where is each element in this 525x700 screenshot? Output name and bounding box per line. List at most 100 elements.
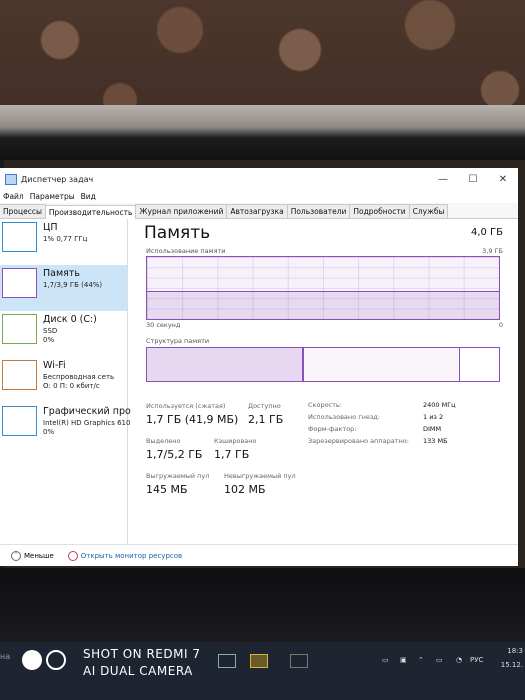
sidebar-item-detail-2: О: 0 П: 0 кбит/с xyxy=(43,382,100,390)
sidebar-item-label: Диск 0 (C:) xyxy=(43,314,97,325)
clock-date: 15.12. xyxy=(500,661,523,669)
clock-time: 18:3 xyxy=(507,647,523,655)
tab-strip: Процессы Производительность Журнал прило… xyxy=(0,203,518,219)
sidebar-item-detail-2: 0% xyxy=(43,428,55,436)
tab-users[interactable]: Пользователи xyxy=(286,204,351,218)
open-resource-monitor-link[interactable]: Открыть монитор ресурсов xyxy=(81,552,182,560)
tab-startup[interactable]: Автозагрузка xyxy=(226,204,288,218)
memory-panel: Память 4,0 ГБ Использование памяти 3,9 Г… xyxy=(128,219,518,545)
committed-value: 1,7/5,2 ГБ xyxy=(146,448,203,461)
memory-mini-graph xyxy=(2,268,37,298)
nonpaged-pool-value: 102 МБ xyxy=(224,483,266,496)
tab-services[interactable]: Службы xyxy=(408,204,449,218)
task-manager-window: Диспетчер задач — ☐ ✕ Файл Параметры Вид… xyxy=(0,168,518,566)
footer-bar: ˄ Меньше Открыть монитор ресурсов xyxy=(0,544,518,566)
cached-label: Кэшировано xyxy=(214,437,257,445)
menu-options[interactable]: Параметры xyxy=(30,192,75,201)
sidebar-item-detail-2: 0% xyxy=(43,336,55,344)
sidebar-item-label: Память xyxy=(43,268,80,279)
chevron-up-icon[interactable]: ⌃ xyxy=(418,656,424,664)
gpu-mini-graph xyxy=(2,406,37,436)
graph-time-end: 0 xyxy=(498,321,503,329)
structure-label: Структура памяти xyxy=(146,337,210,345)
taskbar-app-icon-2[interactable] xyxy=(290,654,308,668)
fewer-details-link[interactable]: Меньше xyxy=(24,552,54,560)
monitor-bezel xyxy=(0,105,525,160)
tab-details[interactable]: Подробности xyxy=(349,204,410,218)
folder-icon[interactable] xyxy=(250,654,268,668)
menu-view[interactable]: Вид xyxy=(81,192,96,201)
sidebar-item-detail: 1% 0,77 ГГц xyxy=(43,235,88,243)
sidebar-item-wifi[interactable]: Wi-Fi Беспроводная сеть О: 0 П: 0 кбит/с xyxy=(0,357,127,403)
taskbar-search[interactable]: на xyxy=(0,652,10,661)
wifi-icon[interactable]: ◔ xyxy=(456,656,462,664)
menu-file[interactable]: Файл xyxy=(3,192,24,201)
sidebar-item-memory[interactable]: Память 1,7/3,9 ГБ (44%) xyxy=(0,265,127,311)
paged-pool-label: Выгружаемый пул xyxy=(146,472,210,480)
chevron-up-icon[interactable]: ˄ xyxy=(11,550,21,561)
page-title: Память xyxy=(144,223,211,243)
usage-graph-label: Использование памяти xyxy=(146,247,226,255)
maximize-button[interactable]: ☐ xyxy=(458,174,488,185)
wifi-mini-graph xyxy=(2,360,37,390)
window-title: Диспетчер задач xyxy=(21,174,94,184)
spec-form-factor-label: Форм-фактор: xyxy=(308,425,357,433)
camera-watermark-line1: SHOT ON REDMI 7 xyxy=(83,647,201,661)
clock[interactable]: 18:3 15.12. xyxy=(501,644,523,672)
camera-logo xyxy=(22,650,74,672)
memory-structure-bar xyxy=(146,347,500,382)
available-value: 2,1 ГБ xyxy=(248,413,284,426)
monitor-icon[interactable]: ▭ xyxy=(436,656,443,664)
usage-graph-max: 3,9 ГБ xyxy=(482,247,503,255)
close-button[interactable]: ✕ xyxy=(488,174,518,185)
structure-free-segment xyxy=(459,348,499,381)
spec-form-factor-value: DIMM xyxy=(423,425,442,433)
sidebar-item-label: Графический про xyxy=(43,406,131,417)
camera-watermark-line2: AI DUAL CAMERA xyxy=(83,664,193,678)
paged-pool-value: 145 МБ xyxy=(146,483,188,496)
in-use-label: Используется (сжатая) xyxy=(146,402,226,410)
spec-slots-label: Использовано гнезд: xyxy=(308,413,380,421)
disk-mini-graph xyxy=(2,314,37,344)
memory-total: 4,0 ГБ xyxy=(470,227,503,238)
nonpaged-pool-label: Невыгружаемый пул xyxy=(224,472,296,480)
battery-icon[interactable]: ▭ xyxy=(382,656,389,664)
sidebar-item-detail: 1,7/3,9 ГБ (44%) xyxy=(43,281,103,289)
committed-label: Выделено xyxy=(146,437,181,445)
sidebar-item-cpu[interactable]: ЦП 1% 0,77 ГГц xyxy=(0,219,127,265)
language-indicator[interactable]: РУС xyxy=(470,656,483,664)
sidebar-item-label: ЦП xyxy=(43,222,58,233)
sidebar-item-detail: Беспроводная сеть xyxy=(43,373,115,381)
menu-bar: Файл Параметры Вид xyxy=(0,190,518,203)
memory-usage-graph xyxy=(146,256,500,320)
task-manager-icon xyxy=(5,173,17,185)
sidebar-item-label: Wi-Fi xyxy=(43,360,66,371)
sidebar-item-detail: Intel(R) HD Graphics 610 xyxy=(43,419,131,427)
taskbar-app-icon[interactable] xyxy=(218,654,236,668)
taskbar: на ▭ ▣ ⌃ ▭ ◔ РУС 18:3 15.12. xyxy=(0,642,525,700)
title-bar: Диспетчер задач — ☐ ✕ xyxy=(0,168,518,190)
sidebar-item-gpu[interactable]: Графический про Intel(R) HD Graphics 610… xyxy=(0,403,131,449)
tab-app-history[interactable]: Журнал приложений xyxy=(135,204,228,218)
spec-reserved-label: Зарезервировано аппаратно: xyxy=(308,437,409,445)
structure-standby-segment xyxy=(303,348,460,381)
tray-icon[interactable]: ▣ xyxy=(400,656,407,664)
cached-value: 1,7 ГБ xyxy=(214,448,250,461)
available-label: Доступно xyxy=(248,402,281,410)
graph-time-label: 30 секунд xyxy=(146,321,181,329)
sidebar-item-detail: SSD xyxy=(43,327,58,335)
spec-reserved-value: 133 МБ xyxy=(423,437,448,445)
resource-monitor-icon xyxy=(67,550,78,561)
tab-performance[interactable]: Производительность xyxy=(44,205,137,219)
memory-usage-fill xyxy=(147,290,499,319)
monitor-bezel-bottom xyxy=(0,568,525,648)
spec-speed-value: 2400 МГц xyxy=(423,401,456,409)
in-use-value: 1,7 ГБ (41,9 МБ) xyxy=(146,413,239,426)
spec-slots-value: 1 из 2 xyxy=(423,413,444,421)
performance-content: ЦП 1% 0,77 ГГц Память 1,7/3,9 ГБ (44%) Д… xyxy=(0,219,518,545)
minimize-button[interactable]: — xyxy=(428,174,458,185)
cpu-mini-graph xyxy=(2,222,37,252)
sidebar-item-disk[interactable]: Диск 0 (C:) SSD 0% xyxy=(0,311,127,357)
resource-sidebar: ЦП 1% 0,77 ГГц Память 1,7/3,9 ГБ (44%) Д… xyxy=(0,219,131,545)
tab-processes[interactable]: Процессы xyxy=(0,204,46,218)
